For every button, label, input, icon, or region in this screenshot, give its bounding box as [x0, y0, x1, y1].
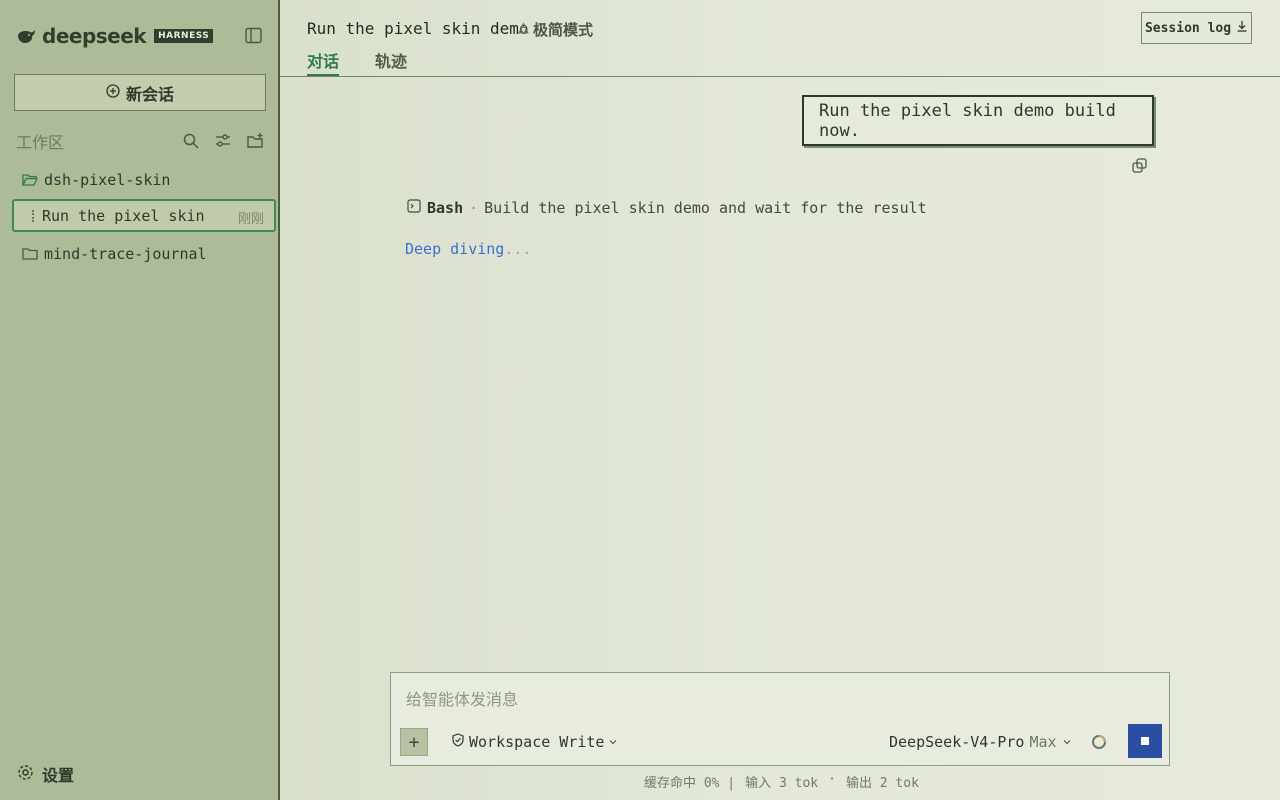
plus-icon: + [408, 731, 420, 753]
filter-icon[interactable] [214, 132, 232, 150]
search-icon[interactable] [182, 132, 200, 150]
user-message: Run the pixel skin demo build now. [802, 95, 1154, 146]
brand-name: deepseek [42, 24, 147, 48]
conversation-header: Run the pixel skin demo 极简模式 对话 轨迹 Sessi… [280, 0, 1280, 77]
stop-icon [1141, 737, 1149, 745]
copy-icon[interactable] [1131, 157, 1149, 175]
stop-button[interactable] [1128, 724, 1162, 758]
usage-separator: · [828, 772, 836, 787]
folder-label: mind-trace-journal [44, 245, 207, 263]
shield-check-icon [451, 733, 465, 751]
gear-icon [17, 764, 34, 785]
minimal-mode-toggle[interactable]: 极简模式 [517, 19, 593, 40]
chevron-down-icon [1062, 733, 1072, 751]
settings-button[interactable]: 设置 [17, 762, 74, 786]
tool-description: Build the pixel skin demo and wait for t… [484, 199, 927, 217]
drag-handle-icon [32, 210, 34, 222]
thinking-dots: ... [504, 240, 532, 258]
settings-label: 设置 [42, 766, 75, 785]
sidebar-toggle-icon[interactable] [245, 27, 262, 44]
tool-name: Bash [427, 199, 464, 217]
session-log-label: Session log [1144, 20, 1232, 36]
tab-conversation[interactable]: 对话 [307, 48, 340, 76]
model-name: DeepSeek-V4-Pro [889, 733, 1025, 751]
composer: + Workspace Write DeepSeek-V4-Pro Max [390, 672, 1170, 766]
session-log-button[interactable]: Session log [1141, 12, 1252, 44]
recycle-icon [517, 21, 530, 39]
session-item-active[interactable]: Run the pixel skin d… 刚刚 [12, 199, 276, 232]
sidebar: deepseek HARNESS 新会话 工作区 dsh-pixel-skin [0, 0, 280, 800]
terminal-icon [407, 199, 421, 217]
mode-label: 极简模式 [533, 21, 594, 39]
thinking-status: Deep diving... [405, 240, 531, 258]
workspace-folder-mind-trace-journal[interactable]: mind-trace-journal [22, 243, 207, 265]
tool-call[interactable]: Bash · Build the pixel skin demo and wai… [407, 199, 927, 217]
thinking-text: Deep diving [405, 240, 505, 258]
message-input[interactable] [406, 687, 1146, 711]
deepseek-whale-icon [16, 28, 38, 44]
workspace-header: 工作区 [16, 130, 266, 152]
permission-selector[interactable]: Workspace Write [451, 733, 618, 751]
session-time: 刚刚 [237, 212, 264, 227]
output-tokens-stat: 输出 2 tok [845, 776, 919, 791]
folder-label: dsh-pixel-skin [44, 171, 171, 189]
cache-hit-stat: 缓存命中 0% | [644, 776, 736, 791]
token-usage: 缓存命中 0% | 输入 3 tok · 输出 2 tok [644, 772, 919, 791]
new-chat-button[interactable]: 新会话 [14, 74, 266, 111]
workspace-folder-dsh-pixel-skin[interactable]: dsh-pixel-skin [21, 169, 171, 191]
model-selector[interactable]: DeepSeek-V4-Pro Max [889, 733, 1072, 751]
tab-trace[interactable]: 轨迹 [375, 48, 407, 76]
page-title: Run the pixel skin demo [307, 19, 529, 38]
folder-icon [22, 247, 38, 261]
user-message-text: Run the pixel skin demo build now. [819, 100, 1116, 141]
permission-label: Workspace Write [469, 733, 605, 751]
session-title: Run the pixel skin d… [42, 206, 214, 225]
new-chat-label: 新会话 [125, 84, 174, 104]
input-tokens-stat: 输入 3 tok [745, 776, 819, 791]
status-ring-icon [1091, 734, 1107, 750]
chevron-down-icon [608, 733, 618, 751]
brand: deepseek HARNESS [16, 24, 214, 48]
model-tier: Max [1029, 733, 1057, 751]
attach-button[interactable]: + [400, 728, 428, 756]
new-folder-icon[interactable] [246, 132, 264, 150]
tool-separator: · [469, 199, 479, 217]
workspace-label: 工作区 [16, 133, 65, 152]
folder-open-icon [21, 173, 39, 187]
main-panel: Run the pixel skin demo 极简模式 对话 轨迹 Sessi… [280, 0, 1280, 800]
download-icon [1236, 20, 1248, 36]
plus-circle-icon [106, 83, 120, 102]
brand-badge: HARNESS [154, 29, 214, 43]
